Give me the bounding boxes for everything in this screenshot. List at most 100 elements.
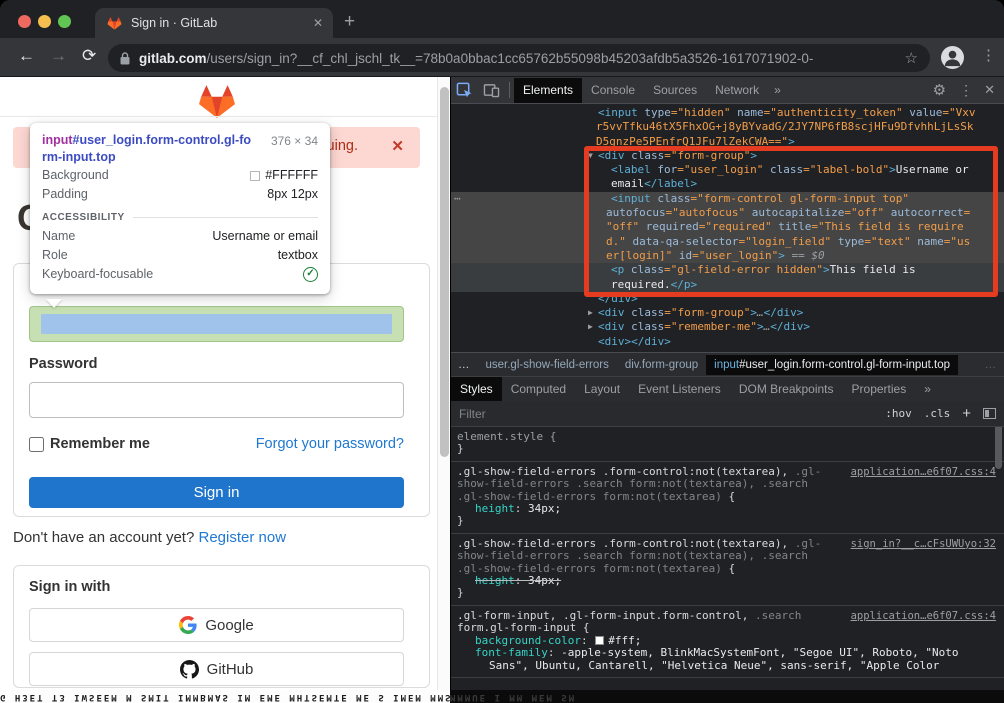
dom-tree-line[interactable]: <input type="hidden" name="authenticity_…	[451, 106, 1004, 120]
css-declaration[interactable]: height: 34px;	[457, 503, 998, 515]
gitlab-logo	[198, 83, 236, 119]
breadcrumb-bar: …user.gl-show-field-errorsdiv.form-group…	[451, 352, 1004, 376]
devtools-toolbar: ElementsConsoleSourcesNetwork » ⚙ ⋮ ✕	[451, 77, 1004, 104]
node-menu-dots-icon[interactable]: ⋯	[454, 192, 462, 206]
dom-tree-line[interactable]: D5gnzPe5PEnfrQ1JFu7lZekCWA==">	[451, 135, 1004, 149]
dom-tree-line[interactable]: <div></div>	[451, 335, 1004, 349]
dom-tree-line[interactable]: </div>	[451, 292, 1004, 306]
tooltip-padding-value: 8px 12px	[267, 185, 318, 204]
profile-avatar[interactable]	[941, 46, 964, 69]
register-link[interactable]: Register now	[199, 529, 287, 546]
dom-tree-line[interactable]: ▶<div class="form-group">…</div>	[451, 306, 1004, 320]
filter-input[interactable]: Filter	[459, 407, 873, 421]
breadcrumb-trail: …	[977, 359, 1004, 371]
signin-button[interactable]: Sign in	[29, 477, 404, 508]
dom-tree-line[interactable]: <label for="user_login" class="label-bol…	[451, 163, 1004, 177]
settings-gear-icon[interactable]: ⚙	[933, 81, 946, 99]
dom-tree-line[interactable]: d." data-qa-selector="login_field" type=…	[451, 235, 1004, 249]
forgot-password-link[interactable]: Forgot your password?	[256, 436, 404, 452]
alert-close-icon[interactable]: ✕	[391, 137, 404, 155]
styles-tab-event-listeners[interactable]: Event Listeners	[629, 377, 730, 402]
pseudo-state-toggle[interactable]: :hov	[885, 407, 912, 420]
lock-icon	[120, 52, 130, 65]
remember-row: Remember me Forgot your password?	[29, 436, 404, 452]
dom-tree-line[interactable]: ▶<div class="remember-me">…</div>	[451, 320, 1004, 334]
more-panels-icon[interactable]: »	[768, 83, 787, 97]
stylesheet-link[interactable]: application…e6f07.css:4	[851, 610, 996, 622]
css-declaration[interactable]: height: 34px;	[457, 575, 998, 587]
bookmark-star-icon[interactable]: ☆	[905, 49, 918, 67]
css-rule[interactable]: application…e6f07.css:4.gl-form-input, .…	[451, 606, 1004, 678]
google-signin-button[interactable]: Google	[29, 608, 404, 642]
new-style-rule-icon[interactable]: +	[962, 405, 971, 422]
styles-sidebar-tabs: StylesComputedLayoutEvent ListenersDOM B…	[451, 376, 1004, 401]
browser-window: Sign in · GitLab ✕ + ← → ⟳ gitlab.com/us…	[0, 0, 1004, 703]
github-signin-button[interactable]: GitHub	[29, 652, 404, 686]
element-style-rule[interactable]: element.style {}	[451, 427, 1004, 462]
styles-tab-computed[interactable]: Computed	[502, 377, 575, 402]
devtools-tab-console[interactable]: Console	[582, 78, 644, 103]
username-input-highlighted[interactable]	[29, 306, 404, 342]
inspect-content-highlight	[41, 314, 392, 334]
page-scrollbar[interactable]	[437, 77, 450, 690]
gitlab-favicon	[107, 16, 122, 30]
dom-tree-line[interactable]: email</label>	[451, 177, 1004, 191]
styles-tab-layout[interactable]: Layout	[575, 377, 629, 402]
browser-tab[interactable]: Sign in · GitLab ✕	[95, 8, 333, 38]
class-toggle[interactable]: .cls	[924, 407, 951, 420]
traffic-light-close[interactable]	[18, 15, 31, 28]
device-toolbar-icon[interactable]	[483, 83, 500, 98]
css-rule[interactable]: application…e6f07.css:4.gl-show-field-er…	[451, 462, 1004, 534]
sso-card: Sign in with Google GitHub	[13, 565, 430, 688]
breadcrumb-item[interactable]: div.form-group	[617, 355, 706, 375]
dom-tree-line[interactable]: er[login]" id="user_login"> == $0	[451, 249, 1004, 263]
new-tab-button[interactable]: +	[344, 12, 355, 31]
breadcrumb-item[interactable]: input#user_login.form-control.gl-form-in…	[706, 355, 958, 375]
remember-checkbox[interactable]	[29, 437, 44, 452]
dom-tree-line[interactable]: ▼<div class="form-group">	[451, 149, 1004, 163]
register-line: Don't have an account yet? Register now	[13, 529, 286, 546]
styles-tab-dom-breakpoints[interactable]: DOM Breakpoints	[730, 377, 843, 402]
inspect-element-icon[interactable]	[456, 82, 473, 98]
devtools-tab-elements[interactable]: Elements	[514, 78, 582, 103]
password-label: Password	[29, 356, 98, 372]
breadcrumb-overflow[interactable]: …	[451, 359, 478, 371]
css-color-swatch[interactable]	[595, 636, 604, 645]
stylesheet-link[interactable]: application…e6f07.css:4	[851, 466, 996, 478]
dom-tree-line[interactable]: r5vvTfku46tX5FhxOG+j8yBYvadG/2JY7NP6fB8s…	[451, 120, 1004, 134]
devtools-tab-sources[interactable]: Sources	[644, 78, 706, 103]
gitlab-page: nuing. ✕ G Password Remember me Forgot y…	[0, 77, 437, 690]
a11y-name-label: Name	[42, 227, 75, 246]
devtools-menu-icon[interactable]: ⋮	[959, 82, 973, 99]
password-input[interactable]	[29, 382, 404, 418]
signin-card: Password Remember me Forgot your passwor…	[13, 263, 430, 517]
dom-tree-line[interactable]: "off" required="required" title="This fi…	[451, 220, 1004, 234]
back-icon[interactable]: ←	[18, 46, 35, 66]
css-declaration[interactable]: font-family: -apple-system, BlinkMacSyst…	[457, 647, 998, 672]
css-rule[interactable]: sign_in?__c…cFsUWUyo:32.gl-show-field-er…	[451, 534, 1004, 606]
dom-tree-line[interactable]: <p class="gl-field-error hidden">This fi…	[451, 263, 1004, 277]
styles-tab-properties[interactable]: Properties	[843, 377, 916, 402]
devtools-tab-network[interactable]: Network	[706, 78, 768, 103]
google-label: Google	[205, 617, 253, 634]
url-text: gitlab.com/users/sign_in?__cf_chl_jschl_…	[139, 51, 899, 66]
scrollbar-thumb[interactable]	[440, 87, 449, 457]
reload-icon[interactable]: ⟳	[82, 46, 96, 66]
dock-side-icon[interactable]	[983, 408, 996, 419]
browser-menu-icon[interactable]: ⋮	[981, 46, 996, 64]
tooltip-arrow	[46, 299, 62, 308]
styles-tab-styles[interactable]: Styles	[451, 377, 502, 402]
styles-scrollbar-thumb[interactable]	[995, 427, 1002, 469]
traffic-light-minimize[interactable]	[38, 15, 51, 28]
devtools-close-icon[interactable]: ✕	[984, 82, 995, 98]
url-field[interactable]: gitlab.com/users/sign_in?__cf_chl_jschl_…	[108, 44, 930, 72]
dom-tree-line[interactable]: required.</p>	[451, 278, 1004, 292]
breadcrumb-item[interactable]: user.gl-show-field-errors	[478, 355, 617, 375]
styles-tabs-more-icon[interactable]: »	[915, 377, 940, 402]
stylesheet-link[interactable]: sign_in?__c…cFsUWUyo:32	[851, 538, 996, 550]
dom-tree-line[interactable]: ⋯<input class="form-control gl-form-inpu…	[451, 192, 1004, 206]
forward-icon[interactable]: →	[50, 46, 67, 66]
tab-close-icon[interactable]: ✕	[313, 16, 323, 30]
dom-tree-line[interactable]: autofocus="autofocus" autocapitalize="of…	[451, 206, 1004, 220]
traffic-light-zoom[interactable]	[58, 15, 71, 28]
